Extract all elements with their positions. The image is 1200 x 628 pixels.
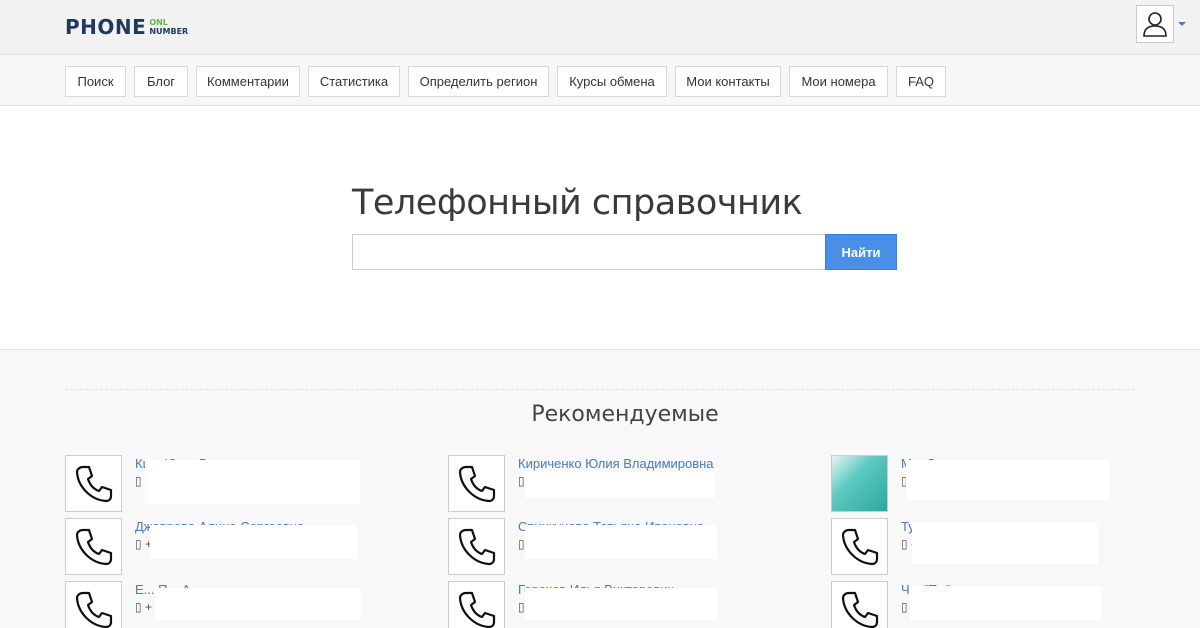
phone-icon [458, 528, 495, 565]
contact-thumb[interactable] [65, 455, 122, 512]
logo-main-text: PHONE [65, 15, 147, 39]
phone-icon [458, 591, 495, 628]
chevron-down-icon[interactable] [1178, 22, 1186, 26]
redaction-mask [912, 522, 1098, 564]
contact-name-link[interactable]: Кириченко Юлия Владимировна [518, 456, 714, 471]
phone-icon [75, 465, 112, 502]
contact-thumb[interactable] [448, 518, 505, 575]
contact-thumb[interactable] [448, 455, 505, 512]
site-logo[interactable]: PHONE ONL NUMBER [65, 15, 188, 39]
nav-item-search[interactable]: Поиск [65, 66, 126, 97]
redaction-mask [910, 586, 1102, 620]
contact-thumb[interactable] [448, 581, 505, 628]
nav-item-blog[interactable]: Блог [134, 66, 188, 97]
redaction-mask [906, 460, 1110, 500]
redaction-mask [525, 472, 715, 498]
user-menu-button[interactable] [1136, 5, 1174, 43]
header: PHONE ONL NUMBER [0, 0, 1200, 55]
search-button[interactable]: Найти [825, 234, 897, 270]
redaction-mask [525, 525, 717, 559]
nav-item-my-numbers[interactable]: Мои номера [789, 66, 888, 97]
phone-icon [458, 465, 495, 502]
nav-item-my-contacts[interactable]: Мои контакты [675, 66, 781, 97]
phone-icon [75, 591, 112, 628]
contact-thumb[interactable] [831, 581, 888, 628]
logo-onl-text: ONL [149, 18, 168, 27]
divider [65, 389, 1135, 390]
user-icon [1143, 12, 1167, 37]
nav-item-detect-region[interactable]: Определить регион [408, 66, 549, 97]
phone-icon [841, 591, 878, 628]
page-title: Телефонный справочник [352, 183, 803, 223]
logo-sub: ONL NUMBER [149, 18, 188, 36]
nav-item-faq[interactable]: FAQ [896, 66, 946, 97]
main-nav: Поиск Блог Комментарии Статистика Опреде… [0, 55, 1200, 106]
redaction-mask [145, 460, 360, 504]
phone-icon [841, 528, 878, 565]
nav-item-exchange-rates[interactable]: Курсы обмена [557, 66, 667, 97]
nav-item-comments[interactable]: Комментарии [196, 66, 300, 97]
contact-photo[interactable] [831, 455, 888, 512]
nav-item-statistics[interactable]: Статистика [308, 66, 400, 97]
contact-thumb[interactable] [65, 518, 122, 575]
phone-icon [75, 528, 112, 565]
contact-thumb[interactable] [831, 518, 888, 575]
redaction-mask [150, 525, 358, 559]
contact-thumb[interactable] [65, 581, 122, 628]
logo-number-text: NUMBER [149, 27, 189, 36]
redaction-mask [525, 588, 718, 620]
search-input[interactable] [352, 234, 826, 270]
section-title: Рекомендуемые [531, 402, 719, 427]
redaction-mask [155, 588, 361, 620]
